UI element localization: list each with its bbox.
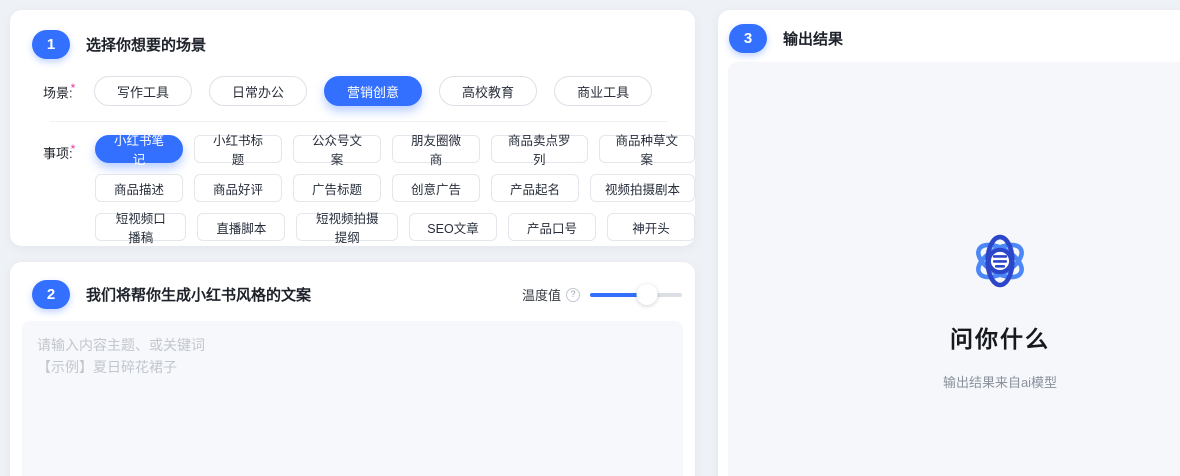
temperature-slider[interactable] (590, 284, 682, 305)
required-mark: * (70, 142, 76, 156)
slider-handle[interactable] (636, 284, 658, 305)
item-button-official-account-copy[interactable]: 公众号文案 (293, 134, 381, 167)
item-button-product-naming[interactable]: 产品起名 (491, 174, 579, 202)
item-button-short-video-outline[interactable]: 短视频拍摄提纲 (296, 212, 398, 245)
scene-button-business-tools[interactable]: 商业工具 (554, 76, 653, 106)
step3-badge: 3 (729, 24, 767, 53)
item-button-product-slogan[interactable]: 产品口号 (508, 213, 596, 241)
step3-title: 输出结果 (783, 31, 844, 48)
scene-row: 场景:* 写作工具 日常办公 营销创意 高校教育 商业工具 (43, 76, 695, 106)
item-button-selling-points-list[interactable]: 商品卖点罗列 (491, 134, 588, 167)
item-button-product-description[interactable]: 商品描述 (95, 174, 183, 202)
output-panel: 问你什么 输出结果来自ai模型 (728, 62, 1180, 476)
item-button-seo-article[interactable]: SEO文章 (409, 213, 497, 241)
items-block: 事项:* 小红书笔记 小红书标题 公众号文案 朋友圈微商 商品卖点罗列 商品种草… (43, 134, 695, 245)
item-button-product-seeding-copy[interactable]: 商品种草文案 (598, 134, 695, 167)
item-button-xiaohongshu-note[interactable]: 小红书笔记 (95, 134, 183, 167)
help-icon[interactable]: ? (566, 287, 580, 302)
scene-button-marketing-creative[interactable]: 营销创意 (324, 76, 423, 106)
temperature-control: 温度值 ? (522, 284, 682, 305)
items-row-3: 短视频口播稿 直播脚本 短视频拍摄提纲 SEO文章 产品口号 神开头 (95, 212, 695, 245)
required-mark: * (70, 80, 76, 95)
item-button-livestream-script[interactable]: 直播脚本 (197, 213, 286, 241)
output-result-card: 3 输出结果 问你什么 输出结果来自ai模型 (718, 10, 1180, 476)
item-button-ad-headline[interactable]: 广告标题 (293, 174, 381, 202)
scene-label: 场景:* (43, 80, 76, 101)
temperature-label: 温度值 (521, 288, 561, 303)
items-row-1: 小红书笔记 小红书标题 公众号文案 朋友圈微商 商品卖点罗列 商品种草文案 (95, 134, 695, 167)
brand-name: 问你什么 (950, 326, 1050, 352)
item-button-video-shooting-script[interactable]: 视频拍摄剧本 (590, 174, 695, 202)
scene-button-college-education[interactable]: 高校教育 (439, 76, 538, 106)
item-button-product-review[interactable]: 商品好评 (194, 174, 282, 202)
items-label: 事项:* (43, 142, 76, 162)
step1-badge: 1 (32, 30, 70, 59)
scene-selection-card: 1 选择你想要的场景 场景:* 写作工具 日常办公 营销创意 高校教育 商业工具… (10, 10, 695, 246)
section-divider (50, 121, 667, 122)
prompt-input-card: 2 我们将帮你生成小红书风格的文案 温度值 ? (10, 262, 695, 476)
step1-title: 选择你想要的场景 (86, 37, 207, 54)
item-button-short-video-voiceover[interactable]: 短视频口播稿 (95, 212, 187, 245)
topic-input[interactable] (22, 321, 683, 476)
step2-header: 2 我们将帮你生成小红书风格的文案 温度值 ? (10, 262, 695, 309)
step1-header: 1 选择你想要的场景 (10, 10, 695, 59)
item-button-creative-ad[interactable]: 创意广告 (392, 174, 480, 202)
scene-button-writing-tools[interactable]: 写作工具 (94, 76, 193, 106)
item-button-moments-microbusiness[interactable]: 朋友圈微商 (392, 134, 480, 167)
item-button-great-opening[interactable]: 神开头 (607, 213, 695, 241)
brand-caption: 输出结果来自ai模型 (942, 375, 1058, 390)
step3-header: 3 输出结果 (718, 10, 1180, 53)
item-button-xiaohongshu-title[interactable]: 小红书标题 (194, 134, 282, 167)
items-row-2: 商品描述 商品好评 广告标题 创意广告 产品起名 视频拍摄剧本 (95, 174, 695, 202)
step2-title: 我们将帮你生成小红书风格的文案 (86, 287, 312, 304)
step2-badge: 2 (32, 280, 70, 309)
scene-button-daily-office[interactable]: 日常办公 (209, 76, 308, 106)
brand-atom-icon (976, 234, 1024, 288)
